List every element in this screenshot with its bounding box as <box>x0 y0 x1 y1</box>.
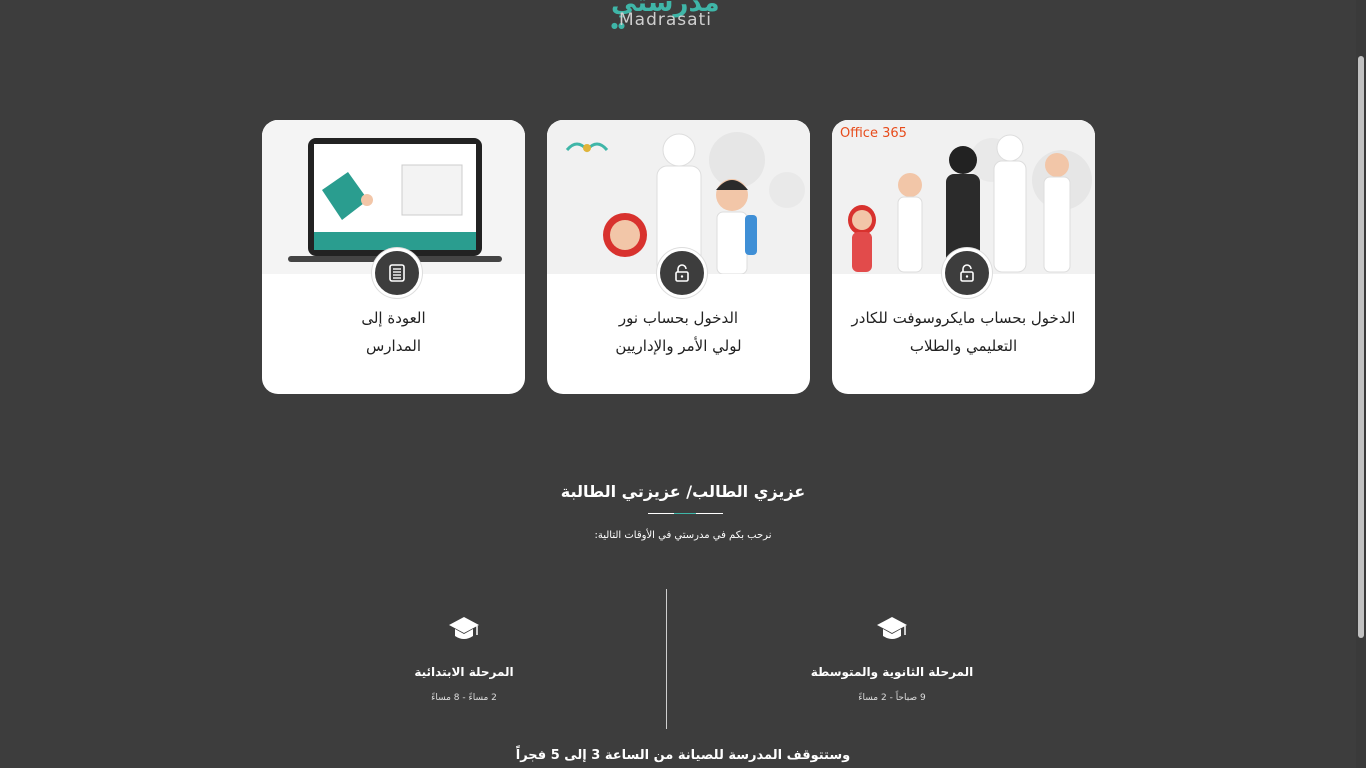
back-to-schools-card[interactable]: العودة إلى المدارس <box>262 120 525 394</box>
maintenance-notice: وستتوقف المدرسة للصيانة من الساعة 3 إلى … <box>515 748 851 763</box>
lock-badge <box>657 248 707 298</box>
stage-primary: المرحلة الابتدائية 2 مساءً - 8 مساءً <box>334 615 594 703</box>
list-badge <box>372 248 422 298</box>
stage-secondary: المرحلة الثانوية والمتوسطة 9 صباحاً - 2 … <box>762 615 1022 703</box>
page-scrollbar[interactable] <box>1356 0 1366 768</box>
lock-badge <box>942 248 992 298</box>
noor-login-card[interactable]: الدخول بحساب نور لولي الأمر والإداريين <box>547 120 810 394</box>
stage-name: المرحلة الابتدائية <box>414 665 514 679</box>
stages-divider <box>666 589 667 729</box>
stage-time: 9 صباحاً - 2 مساءً <box>858 693 926 703</box>
heading-underline <box>648 513 723 514</box>
card-title-line1: الدخول بحساب نور <box>618 309 739 327</box>
card-title-line2: المدارس <box>365 337 421 355</box>
card-title-line2: لولي الأمر والإداريين <box>615 337 742 355</box>
logo-english: Madrasati <box>619 10 712 30</box>
noor-card-title: الدخول بحساب نور لولي الأمر والإداريين <box>557 304 800 360</box>
lock-icon <box>960 264 974 282</box>
stage-time: 2 مساءً - 8 مساءً <box>431 693 497 703</box>
welcome-subtitle: نرحب بكم في مدرستي في الأوقات التالية: <box>594 530 772 541</box>
graduation-cap-icon <box>877 617 907 639</box>
madrasati-logo[interactable]: مدرستي ●● Madrasati <box>611 0 731 34</box>
welcome-heading: عزيزي الطالب/ عزيزتي الطالبة <box>560 482 806 501</box>
graduation-cap-icon <box>449 617 479 639</box>
office365-label: Office 365 <box>840 126 907 141</box>
scrollbar-thumb[interactable] <box>1358 56 1364 638</box>
microsoft-login-card[interactable]: Office 365 الدخول بحساب مايكروسوفت للكاد… <box>832 120 1095 394</box>
stage-name: المرحلة الثانوية والمتوسطة <box>810 665 974 679</box>
microsoft-card-title: الدخول بحساب مايكروسوفت للكادر التعليمي … <box>842 304 1085 360</box>
back-to-schools-title: العودة إلى المدارس <box>272 304 515 360</box>
card-title-line1: الدخول بحساب مايكروسوفت للكادر <box>851 309 1076 327</box>
card-title-line1: العودة إلى <box>361 309 426 327</box>
lock-icon <box>675 264 689 282</box>
list-icon <box>389 264 405 282</box>
card-title-line2: التعليمي والطلاب <box>909 337 1018 355</box>
